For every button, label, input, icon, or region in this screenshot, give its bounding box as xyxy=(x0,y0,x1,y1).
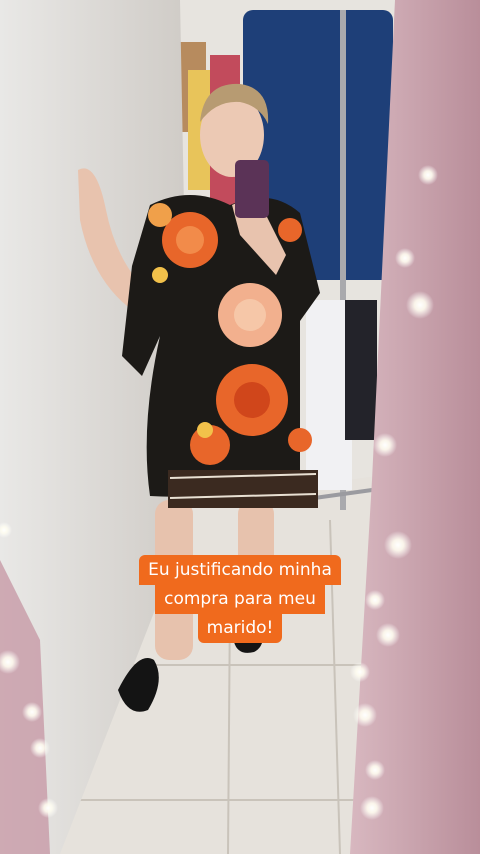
story-caption: Eu justificando minha compra para meu ma… xyxy=(0,555,480,643)
smartphone-icon xyxy=(235,160,269,218)
photo-scene: Eu justificando minha compra para meu ma… xyxy=(0,0,480,854)
caption-line-2: compra para meu xyxy=(155,584,325,614)
caption-line-1: Eu justificando minha xyxy=(139,555,341,585)
mirror-selfie-photo xyxy=(0,0,480,854)
dark-garment xyxy=(345,300,377,440)
caption-line-3: marido! xyxy=(197,613,283,643)
